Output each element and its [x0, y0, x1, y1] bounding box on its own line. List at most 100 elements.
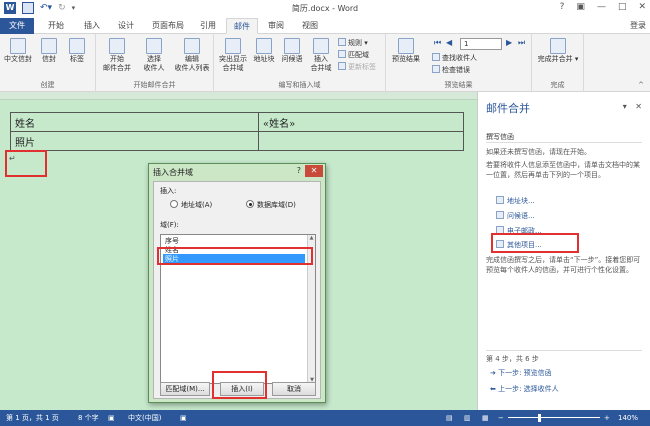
pane-paragraph: 如果还未撰写信函，请现在开始。 — [486, 148, 591, 156]
address-block-icon — [256, 38, 272, 54]
first-record-icon[interactable]: ⏮ — [434, 38, 441, 48]
proofing-icon[interactable]: ▣ — [108, 410, 115, 426]
highlight-merge-fields-button[interactable]: 突出显示 合并域 — [216, 38, 250, 73]
table-cell[interactable] — [258, 131, 464, 151]
group-start-merge: 开始 邮件合并 选择 收件人 编辑 收件人列表 开始邮件合并 — [96, 34, 214, 92]
update-labels-button[interactable]: 更新标签 — [338, 62, 376, 72]
table-cell[interactable]: 照片 — [10, 131, 259, 151]
dialog-close-icon[interactable]: ✕ — [305, 165, 323, 177]
record-number-input[interactable]: 1 — [460, 38, 502, 50]
minimize-icon[interactable]: — — [597, 2, 606, 12]
web-layout-icon[interactable]: ▦ — [482, 410, 489, 426]
language[interactable]: 中文(中国) — [128, 410, 161, 426]
tab-references[interactable]: 引用 — [194, 18, 222, 34]
scroll-up-icon[interactable]: ▲ — [308, 235, 315, 241]
dialog-title: 插入合并域 — [153, 168, 193, 177]
greeting-icon — [496, 211, 504, 219]
maximize-icon[interactable]: □ — [618, 2, 627, 12]
tab-view[interactable]: 视图 — [296, 18, 324, 34]
help-icon[interactable]: ? — [560, 2, 565, 12]
rules-button[interactable]: 规则 ▾ — [338, 38, 368, 48]
table-cell[interactable]: «姓名» — [258, 112, 464, 132]
radio-checked-icon — [246, 200, 254, 208]
address-block-link[interactable]: 地址块... — [496, 196, 535, 206]
preview-icon — [398, 38, 414, 54]
greeting-line-button[interactable]: 问候语 — [278, 38, 306, 64]
read-mode-icon[interactable]: ▤ — [446, 410, 453, 426]
select-recipients-button[interactable]: 选择 收件人 — [138, 38, 170, 73]
address-fields-radio[interactable]: 地址域(A) — [170, 200, 212, 210]
previous-record-icon[interactable]: ◀ — [446, 38, 452, 47]
zoom-in-icon[interactable]: + — [604, 410, 610, 426]
tab-design[interactable]: 设计 — [112, 18, 140, 34]
pane-close-icon[interactable]: ✕ — [635, 102, 642, 111]
database-fields-radio[interactable]: 数据库域(D) — [246, 200, 296, 210]
close-icon[interactable]: ✕ — [638, 2, 646, 12]
address-block-button[interactable]: 地址块 — [250, 38, 278, 64]
cancel-button[interactable]: 取消 — [272, 382, 316, 396]
edit-recipient-list-button[interactable]: 编辑 收件人列表 — [172, 38, 212, 73]
greeting-icon — [284, 38, 300, 54]
group-label: 预览结果 — [444, 81, 473, 89]
document-icon — [109, 38, 125, 54]
group-write-insert: 突出显示 合并域 地址块 问候语 插入 合并域 规则 ▾ 匹配域 更新标签 编写… — [214, 34, 386, 92]
table-cell[interactable]: 姓名 — [10, 112, 259, 132]
login-link[interactable]: 登录 — [630, 18, 646, 34]
word-count[interactable]: 8 个字 — [78, 410, 99, 426]
tab-review[interactable]: 审阅 — [262, 18, 290, 34]
ribbon-tabs: 文件 开始 插入 设计 页面布局 引用 邮件 审阅 视图 — [0, 18, 650, 34]
tab-page-layout[interactable]: 页面布局 — [146, 18, 190, 34]
address-block-icon — [496, 196, 504, 204]
step-indicator: 第 4 步，共 6 步 — [486, 355, 539, 363]
match-fields-button[interactable]: 匹配域 — [338, 50, 369, 60]
insert-label: 插入: — [160, 187, 177, 195]
pane-section-title: 撰写信函 — [486, 133, 514, 141]
print-layout-icon[interactable]: ▥ — [464, 410, 471, 426]
group-label: 开始邮件合并 — [133, 81, 176, 89]
finish-merge-button[interactable]: 完成并合并 ▾ — [534, 38, 582, 64]
dialog-help-icon[interactable]: ? — [297, 166, 301, 175]
insert-field-icon — [313, 38, 329, 54]
tab-insert[interactable]: 插入 — [78, 18, 106, 34]
tab-home[interactable]: 开始 — [42, 18, 70, 34]
page-count[interactable]: 第 1 页，共 1 页 — [6, 410, 59, 426]
zoom-slider-thumb[interactable] — [538, 414, 541, 422]
group-finish: 完成并合并 ▾ 完成 — [532, 34, 584, 92]
ribbon-display-icon[interactable]: ▣ — [576, 2, 585, 12]
update-labels-icon — [338, 62, 346, 70]
tab-mailings[interactable]: 邮件 — [226, 18, 258, 34]
table-row: 照片 — [10, 131, 464, 151]
macro-icon[interactable]: ▣ — [180, 410, 187, 426]
chinese-envelope-button[interactable]: 中文信封 — [3, 38, 33, 64]
preview-results-button[interactable]: 预览结果 — [388, 38, 424, 64]
labels-button[interactable]: 标签 — [65, 38, 89, 64]
envelope-icon — [41, 38, 57, 54]
more-items-highlight — [491, 233, 579, 253]
group-label: 编写和插入域 — [278, 81, 321, 89]
next-record-icon[interactable]: ▶ — [506, 38, 512, 47]
start-mail-merge-button[interactable]: 开始 邮件合并 — [98, 38, 136, 73]
zoom-slider[interactable] — [508, 417, 600, 418]
find-recipient-button[interactable]: 查找收件人 — [432, 53, 477, 63]
envelope-button[interactable]: 信封 — [37, 38, 61, 64]
previous-step-link[interactable]: ⬅ 上一步: 选择收件人 — [490, 384, 559, 394]
radio-unchecked-icon — [170, 200, 178, 208]
greeting-line-link[interactable]: 问候语... — [496, 211, 535, 221]
insert-merge-field-button[interactable]: 插入 合并域 — [306, 38, 336, 73]
collapse-ribbon-icon[interactable]: ^ — [638, 81, 644, 89]
ribbon: 中文信封 信封 标签 创建 开始 邮件合并 选择 收件人 编辑 收件人列表 开始… — [0, 34, 650, 92]
pane-options-icon[interactable]: ▾ — [623, 102, 627, 111]
find-icon — [432, 53, 440, 61]
status-bar: 第 1 页，共 1 页 8 个字 ▣ 中文(中国) ▣ ▤ ▥ ▦ − + 14… — [0, 410, 650, 426]
tab-file[interactable]: 文件 — [0, 18, 34, 34]
match-fields-button[interactable]: 匹配域(M)... — [160, 382, 210, 396]
check-errors-button[interactable]: 检查错误 — [432, 65, 470, 75]
group-create: 中文信封 信封 标签 创建 — [0, 34, 96, 92]
zoom-level[interactable]: 140% — [618, 410, 638, 426]
people-icon — [146, 38, 162, 54]
arrow-right-icon: ➔ — [490, 369, 499, 377]
finish-icon — [550, 38, 566, 54]
next-step-link[interactable]: ➔ 下一步: 预览信函 — [490, 368, 552, 378]
last-record-icon[interactable]: ⏭ — [518, 38, 525, 48]
zoom-out-icon[interactable]: − — [498, 410, 504, 426]
